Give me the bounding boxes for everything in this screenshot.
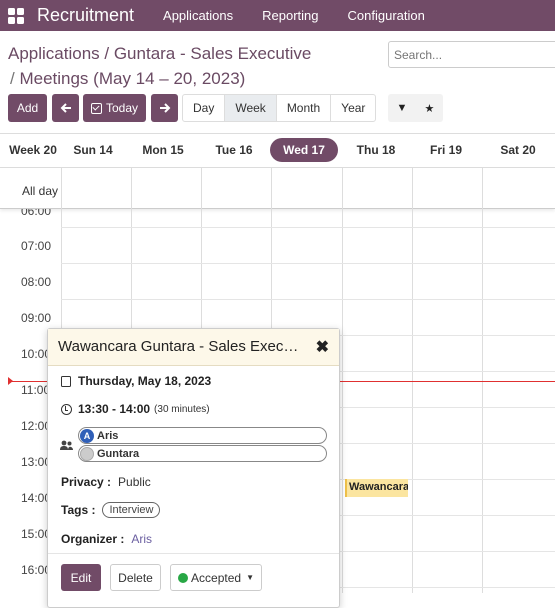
avatar: A <box>80 428 94 443</box>
today-label: Today <box>105 101 139 115</box>
privacy-value: Public <box>118 475 151 489</box>
day-header-wed[interactable]: Wed 17 <box>269 134 339 168</box>
apps-menu-icon[interactable] <box>8 7 24 24</box>
close-icon[interactable]: ✖ <box>316 337 329 357</box>
day-header-thu[interactable]: Thu 18 <box>341 134 411 168</box>
event-time-text: 13:30 - 14:00 <box>78 402 151 416</box>
attendance-status-dropdown[interactable]: Accepted ▼ <box>170 564 262 591</box>
allday-label: All day <box>22 184 59 198</box>
time-label: 07:00 <box>21 239 52 253</box>
breadcrumb-current: Meetings <box>19 69 89 88</box>
organizer-label: Organizer : <box>61 532 125 546</box>
popover-header: Wawancara Guntara - Sales Executive ✖ <box>48 329 339 366</box>
search-input[interactable] <box>388 41 555 68</box>
tag-badge: Interview <box>102 502 161 518</box>
day-header-sat[interactable]: Sat 20 <box>483 134 553 168</box>
breadcrumb-path[interactable]: Applications / Guntara - Sales Executive <box>8 44 311 64</box>
tags-row: Tags : Interview <box>61 502 161 518</box>
add-button[interactable]: Add <box>8 94 47 122</box>
date-range: (May 14 – 20, 2023) <box>93 69 246 88</box>
attendee-name: Aris <box>97 429 119 442</box>
event-date-text: Thursday, May 18, 2023 <box>78 374 212 388</box>
time-label: 08:00 <box>21 275 52 289</box>
avatar <box>80 446 94 461</box>
scale-year[interactable]: Year <box>331 95 375 121</box>
calendar-event[interactable]: Wawancara <box>345 479 408 497</box>
popover-title: Wawancara Guntara - Sales Executive <box>58 338 303 355</box>
delete-button[interactable]: Delete <box>110 564 161 591</box>
users-icon <box>60 440 73 454</box>
attendee-name: Guntara <box>97 447 140 460</box>
event-time: 13:30 - 14:00 (30 minutes) <box>61 402 210 416</box>
calendar-check-icon <box>90 102 102 114</box>
day-header-mon[interactable]: Mon 15 <box>128 134 198 168</box>
popover-footer: Edit Delete Accepted ▼ <box>48 553 339 608</box>
active-day-label: Wed 17 <box>270 138 338 162</box>
page-title: / Meetings (May 14 – 20, 2023) <box>10 69 245 89</box>
day-header-tue[interactable]: Tue 16 <box>199 134 269 168</box>
privacy-label: Privacy : <box>61 475 112 489</box>
scale-week[interactable]: Week <box>225 95 277 121</box>
status-dot-icon <box>178 572 189 583</box>
menu-reporting[interactable]: Reporting <box>262 8 318 23</box>
allday-row[interactable]: All day <box>0 168 555 209</box>
menu-configuration[interactable]: Configuration <box>348 8 425 23</box>
current-time-marker <box>8 377 13 385</box>
app-brand[interactable]: Recruitment <box>37 5 134 26</box>
organizer-link[interactable]: Aris <box>131 532 152 546</box>
top-navbar: Recruitment Applications Reporting Confi… <box>0 0 555 31</box>
tags-label: Tags : <box>61 503 96 517</box>
previous-button[interactable] <box>52 94 79 122</box>
attendee-chip[interactable]: Guntara <box>78 445 327 462</box>
clock-icon <box>61 403 72 415</box>
event-popover: Wawancara Guntara - Sales Executive ✖ Th… <box>47 328 340 608</box>
menu-applications[interactable]: Applications <box>163 8 233 23</box>
scale-day[interactable]: Day <box>183 95 226 121</box>
time-label: 06:00 <box>21 209 52 218</box>
event-duration: (30 minutes) <box>154 403 210 415</box>
arrow-left-icon <box>60 103 71 113</box>
day-header-sun[interactable]: Sun 14 <box>58 134 128 168</box>
star-icon[interactable]: ★ <box>425 102 435 115</box>
chevron-down-icon: ▼ <box>246 573 254 582</box>
organizer-row: Organizer : Aris <box>61 532 152 546</box>
day-header-fri[interactable]: Fri 19 <box>411 134 481 168</box>
scale-month[interactable]: Month <box>277 95 332 121</box>
privacy-row: Privacy : Public <box>61 475 151 489</box>
time-label: 09:00 <box>21 311 52 325</box>
time-label: 11:00 <box>21 383 51 397</box>
edit-button[interactable]: Edit <box>61 564 101 591</box>
next-button[interactable] <box>151 94 178 122</box>
week-number: Week 20 <box>9 143 57 157</box>
scale-selector: Day Week Month Year <box>182 94 377 122</box>
calendar-icon <box>61 375 71 387</box>
calendar-header: Week 20 Sun 14 Mon 15 Tue 16 Wed 17 Thu … <box>0 133 555 168</box>
attendee-chip[interactable]: A Aris <box>78 427 327 444</box>
today-button[interactable]: Today <box>83 94 146 122</box>
filter-favorite-toggles: ▼ ★ <box>388 94 443 122</box>
arrow-right-icon <box>159 103 170 113</box>
status-label: Accepted <box>191 570 242 585</box>
filter-icon[interactable]: ▼ <box>397 102 408 114</box>
event-date: Thursday, May 18, 2023 <box>61 374 211 388</box>
